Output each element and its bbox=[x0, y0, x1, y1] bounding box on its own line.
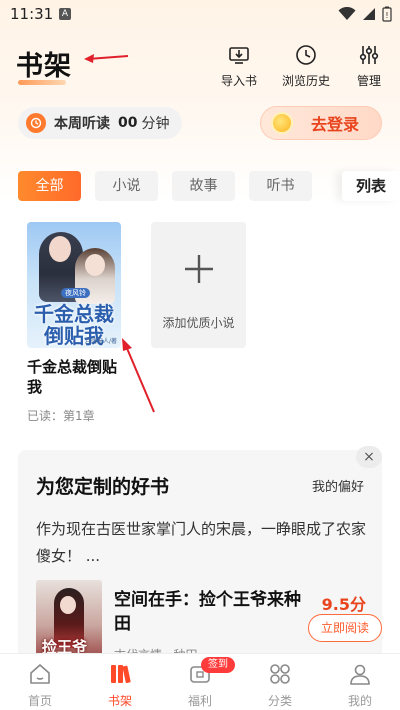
annotation-arrow bbox=[122, 338, 155, 413]
nav-profile-label: 我的 bbox=[347, 694, 372, 708]
login-label: 去登录 bbox=[311, 115, 360, 134]
nav-home[interactable]: 首页 bbox=[0, 654, 80, 710]
book-title: 千金总裁倒贴我 bbox=[27, 358, 118, 396]
signal-icon bbox=[363, 8, 375, 20]
filter-tabs: 全部 小说 故事 听书 列表 bbox=[18, 171, 400, 201]
category-icon bbox=[270, 664, 290, 684]
annotation-arrow bbox=[84, 54, 129, 63]
tab-novel[interactable]: 小说 bbox=[95, 171, 158, 201]
tab-story[interactable]: 故事 bbox=[172, 171, 235, 201]
bottom-nav: 首页 书架 福利 分类 我的 bbox=[0, 653, 400, 710]
nav-category[interactable]: 分类 bbox=[240, 654, 320, 710]
nav-welfare-label: 福利 bbox=[187, 694, 212, 708]
book-cover[interactable]: 夜风铃 千金总裁 倒贴我 月落无人/著 bbox=[27, 222, 121, 348]
manage-sliders-icon bbox=[359, 46, 379, 64]
home-icon bbox=[30, 664, 50, 684]
shelf-book[interactable]: 夜风铃 千金总裁 倒贴我 月落无人/著 千金总裁倒贴我 已读：第1章 bbox=[27, 222, 121, 424]
weekly-listen-pill[interactable]: 本周听读 00 分钟 bbox=[18, 107, 182, 139]
listen-clock-icon bbox=[26, 113, 46, 133]
coin-icon bbox=[271, 112, 293, 134]
history-clock-icon bbox=[296, 45, 316, 65]
import-book-button[interactable]: 导入书 bbox=[214, 44, 264, 89]
nav-home-label: 首页 bbox=[27, 694, 52, 708]
tab-all[interactable]: 全部 bbox=[18, 171, 81, 201]
recommend-description[interactable]: 作为现在古医世家掌门人的宋晨，一睁眼成了农家傻女！ ... bbox=[36, 516, 372, 570]
status-time: 11:31 bbox=[10, 5, 54, 23]
login-button[interactable]: 去登录 bbox=[260, 106, 382, 140]
bookshelf-icon bbox=[111, 665, 131, 684]
svg-text:!: ! bbox=[385, 11, 388, 20]
my-preference-link[interactable]: 我的偏好 bbox=[312, 476, 364, 495]
manage-button[interactable]: 管理 bbox=[344, 44, 394, 89]
status-icons: ! bbox=[338, 6, 392, 22]
add-book-label: 添加优质小说 bbox=[162, 316, 235, 330]
listen-unit: 分钟 bbox=[141, 116, 170, 132]
status-bar: 11:31 A ! bbox=[0, 0, 400, 28]
nav-bookshelf-label: 书架 bbox=[107, 694, 132, 708]
recommend-book-score: 9.5分 bbox=[321, 595, 366, 614]
history-label: 浏览历史 bbox=[281, 74, 330, 88]
notification-icon: A bbox=[59, 8, 71, 20]
nav-bookshelf[interactable]: 书架 bbox=[80, 654, 160, 710]
manage-label: 管理 bbox=[356, 74, 381, 88]
book-progress: 已读：第1章 bbox=[27, 409, 95, 423]
tab-audiobook[interactable]: 听书 bbox=[249, 171, 312, 201]
plus-icon bbox=[185, 255, 213, 283]
cover-tag: 夜风铃 bbox=[61, 288, 90, 298]
listen-label: 本周听读 bbox=[54, 116, 110, 132]
header: 书架 导入书 浏览历史 管理 bbox=[0, 30, 400, 94]
history-button[interactable]: 浏览历史 bbox=[281, 44, 331, 89]
recommend-book-cover[interactable]: 捡王爷 bbox=[36, 580, 102, 660]
recommend-card: 为您定制的好书 我的偏好 作为现在古医世家掌门人的宋晨，一睁眼成了农家傻女！ .… bbox=[18, 450, 382, 660]
cover-author: 月落无人/著 bbox=[84, 338, 117, 345]
title-underline bbox=[18, 80, 66, 85]
read-now-button[interactable]: 立即阅读 bbox=[308, 614, 382, 642]
list-view-toggle[interactable]: 列表 bbox=[342, 171, 400, 201]
nav-category-label: 分类 bbox=[267, 694, 292, 708]
battery-icon: ! bbox=[382, 6, 392, 22]
wifi-icon bbox=[338, 7, 356, 20]
add-book-button[interactable]: 添加优质小说 bbox=[151, 222, 246, 348]
profile-icon bbox=[350, 664, 370, 685]
recommend-title: 为您定制的好书 bbox=[36, 476, 170, 498]
import-book-label: 导入书 bbox=[220, 74, 257, 88]
sign-in-badge[interactable]: 签到 bbox=[201, 657, 235, 673]
recommend-book-title[interactable]: 空间在手：捡个王爷来种田 bbox=[114, 588, 314, 636]
import-book-icon bbox=[229, 47, 249, 64]
nav-profile[interactable]: 我的 bbox=[320, 654, 400, 710]
listen-value: 00 bbox=[118, 115, 138, 131]
page-title: 书架 bbox=[16, 51, 72, 82]
close-icon[interactable]: × bbox=[356, 446, 382, 468]
